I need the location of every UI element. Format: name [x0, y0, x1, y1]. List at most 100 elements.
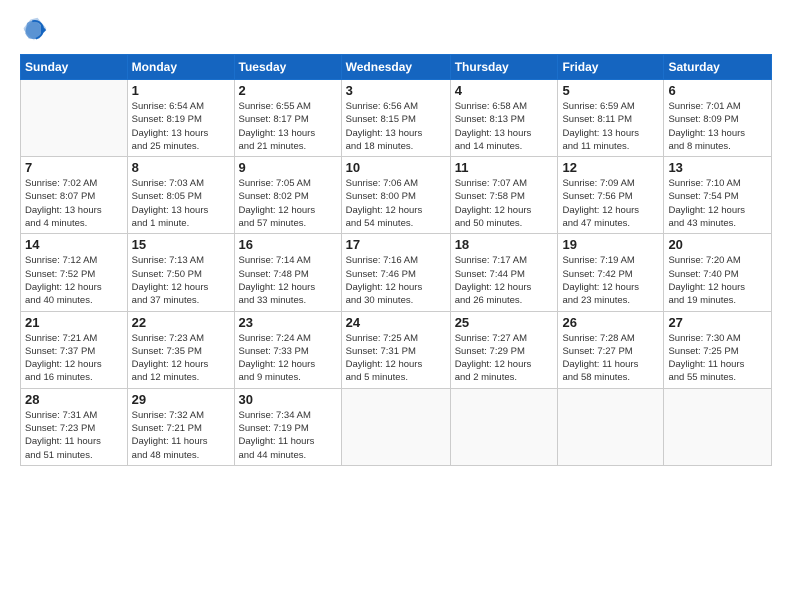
weekday-tuesday: Tuesday — [234, 55, 341, 80]
day-cell: 12 Sunrise: 7:09 AM Sunset: 7:56 PM Dayli… — [558, 157, 664, 234]
weekday-header-row: SundayMondayTuesdayWednesdayThursdayFrid… — [21, 55, 772, 80]
day-number: 9 — [239, 160, 337, 175]
day-cell — [558, 388, 664, 465]
day-number: 26 — [562, 315, 659, 330]
weekday-sunday: Sunday — [21, 55, 128, 80]
day-number: 10 — [346, 160, 446, 175]
weekday-friday: Friday — [558, 55, 664, 80]
day-number: 14 — [25, 237, 123, 252]
day-number: 25 — [455, 315, 554, 330]
day-cell: 22 Sunrise: 7:23 AM Sunset: 7:35 PM Dayli… — [127, 311, 234, 388]
day-info: Sunrise: 6:59 AM Sunset: 8:11 PM Dayligh… — [562, 100, 659, 153]
day-info: Sunrise: 7:20 AM Sunset: 7:40 PM Dayligh… — [668, 254, 767, 307]
day-info: Sunrise: 7:03 AM Sunset: 8:05 PM Dayligh… — [132, 177, 230, 230]
week-row-3: 21Sunrise: 7:21 AM Sunset: 7:37 PM Dayli… — [21, 311, 772, 388]
day-number: 19 — [562, 237, 659, 252]
day-cell: 15 Sunrise: 7:13 AM Sunset: 7:50 PM Dayli… — [127, 234, 234, 311]
day-number: 29 — [132, 392, 230, 407]
day-cell: 7 Sunrise: 7:02 AM Sunset: 8:07 PM Daylig… — [21, 157, 128, 234]
page: SundayMondayTuesdayWednesdayThursdayFrid… — [0, 0, 792, 612]
week-row-1: 7 Sunrise: 7:02 AM Sunset: 8:07 PM Daylig… — [21, 157, 772, 234]
day-cell — [21, 80, 128, 157]
day-info: Sunrise: 6:54 AM Sunset: 8:19 PM Dayligh… — [132, 100, 230, 153]
day-number: 20 — [668, 237, 767, 252]
logo — [20, 16, 52, 44]
day-cell: 23 Sunrise: 7:24 AM Sunset: 7:33 PM Dayli… — [234, 311, 341, 388]
day-info: Sunrise: 7:24 AM Sunset: 7:33 PM Dayligh… — [239, 332, 337, 385]
day-info: Sunrise: 7:02 AM Sunset: 8:07 PM Dayligh… — [25, 177, 123, 230]
day-info: Sunrise: 7:25 AM Sunset: 7:31 PM Dayligh… — [346, 332, 446, 385]
day-cell: 28Sunrise: 7:31 AM Sunset: 7:23 PM Dayli… — [21, 388, 128, 465]
day-info: Sunrise: 6:58 AM Sunset: 8:13 PM Dayligh… — [455, 100, 554, 153]
day-info: Sunrise: 7:21 AM Sunset: 7:37 PM Dayligh… — [25, 332, 123, 385]
day-info: Sunrise: 7:28 AM Sunset: 7:27 PM Dayligh… — [562, 332, 659, 385]
day-number: 22 — [132, 315, 230, 330]
day-cell: 18 Sunrise: 7:17 AM Sunset: 7:44 PM Dayli… — [450, 234, 558, 311]
day-number: 16 — [239, 237, 337, 252]
day-number: 11 — [455, 160, 554, 175]
day-info: Sunrise: 7:01 AM Sunset: 8:09 PM Dayligh… — [668, 100, 767, 153]
day-number: 2 — [239, 83, 337, 98]
day-number: 18 — [455, 237, 554, 252]
day-cell: 14 Sunrise: 7:12 AM Sunset: 7:52 PM Dayli… — [21, 234, 128, 311]
day-info: Sunrise: 7:10 AM Sunset: 7:54 PM Dayligh… — [668, 177, 767, 230]
day-cell: 20 Sunrise: 7:20 AM Sunset: 7:40 PM Dayli… — [664, 234, 772, 311]
day-info: Sunrise: 7:30 AM Sunset: 7:25 PM Dayligh… — [668, 332, 767, 385]
week-row-0: 1 Sunrise: 6:54 AM Sunset: 8:19 PM Daylig… — [21, 80, 772, 157]
day-number: 7 — [25, 160, 123, 175]
day-number: 28 — [25, 392, 123, 407]
day-number: 12 — [562, 160, 659, 175]
day-number: 15 — [132, 237, 230, 252]
day-number: 24 — [346, 315, 446, 330]
day-cell: 30Sunrise: 7:34 AM Sunset: 7:19 PM Dayli… — [234, 388, 341, 465]
weekday-saturday: Saturday — [664, 55, 772, 80]
day-number: 23 — [239, 315, 337, 330]
day-info: Sunrise: 7:14 AM Sunset: 7:48 PM Dayligh… — [239, 254, 337, 307]
day-number: 13 — [668, 160, 767, 175]
day-info: Sunrise: 7:19 AM Sunset: 7:42 PM Dayligh… — [562, 254, 659, 307]
day-cell — [450, 388, 558, 465]
day-cell: 4Sunrise: 6:58 AM Sunset: 8:13 PM Daylig… — [450, 80, 558, 157]
day-info: Sunrise: 6:56 AM Sunset: 8:15 PM Dayligh… — [346, 100, 446, 153]
day-cell: 25 Sunrise: 7:27 AM Sunset: 7:29 PM Dayli… — [450, 311, 558, 388]
day-info: Sunrise: 7:06 AM Sunset: 8:00 PM Dayligh… — [346, 177, 446, 230]
weekday-monday: Monday — [127, 55, 234, 80]
day-number: 17 — [346, 237, 446, 252]
day-info: Sunrise: 7:13 AM Sunset: 7:50 PM Dayligh… — [132, 254, 230, 307]
day-cell: 3Sunrise: 6:56 AM Sunset: 8:15 PM Daylig… — [341, 80, 450, 157]
day-cell: 24 Sunrise: 7:25 AM Sunset: 7:31 PM Dayli… — [341, 311, 450, 388]
day-number: 6 — [668, 83, 767, 98]
day-info: Sunrise: 7:32 AM Sunset: 7:21 PM Dayligh… — [132, 409, 230, 462]
header — [20, 16, 772, 44]
logo-icon — [20, 16, 48, 44]
day-cell: 16 Sunrise: 7:14 AM Sunset: 7:48 PM Dayli… — [234, 234, 341, 311]
day-cell: 6 Sunrise: 7:01 AM Sunset: 8:09 PM Daylig… — [664, 80, 772, 157]
day-cell: 17 Sunrise: 7:16 AM Sunset: 7:46 PM Dayli… — [341, 234, 450, 311]
weekday-thursday: Thursday — [450, 55, 558, 80]
day-info: Sunrise: 7:07 AM Sunset: 7:58 PM Dayligh… — [455, 177, 554, 230]
day-info: Sunrise: 7:17 AM Sunset: 7:44 PM Dayligh… — [455, 254, 554, 307]
day-cell: 1 Sunrise: 6:54 AM Sunset: 8:19 PM Daylig… — [127, 80, 234, 157]
day-cell: 10 Sunrise: 7:06 AM Sunset: 8:00 PM Dayli… — [341, 157, 450, 234]
day-cell: 27 Sunrise: 7:30 AM Sunset: 7:25 PM Dayli… — [664, 311, 772, 388]
day-cell: 13 Sunrise: 7:10 AM Sunset: 7:54 PM Dayli… — [664, 157, 772, 234]
day-info: Sunrise: 7:05 AM Sunset: 8:02 PM Dayligh… — [239, 177, 337, 230]
day-info: Sunrise: 7:34 AM Sunset: 7:19 PM Dayligh… — [239, 409, 337, 462]
day-info: Sunrise: 7:23 AM Sunset: 7:35 PM Dayligh… — [132, 332, 230, 385]
day-info: Sunrise: 7:16 AM Sunset: 7:46 PM Dayligh… — [346, 254, 446, 307]
day-info: Sunrise: 7:12 AM Sunset: 7:52 PM Dayligh… — [25, 254, 123, 307]
day-number: 1 — [132, 83, 230, 98]
day-cell: 11 Sunrise: 7:07 AM Sunset: 7:58 PM Dayli… — [450, 157, 558, 234]
day-cell — [341, 388, 450, 465]
week-row-4: 28Sunrise: 7:31 AM Sunset: 7:23 PM Dayli… — [21, 388, 772, 465]
weekday-wednesday: Wednesday — [341, 55, 450, 80]
day-cell: 29 Sunrise: 7:32 AM Sunset: 7:21 PM Dayli… — [127, 388, 234, 465]
day-cell: 19 Sunrise: 7:19 AM Sunset: 7:42 PM Dayli… — [558, 234, 664, 311]
day-info: Sunrise: 7:09 AM Sunset: 7:56 PM Dayligh… — [562, 177, 659, 230]
day-cell: 8 Sunrise: 7:03 AM Sunset: 8:05 PM Daylig… — [127, 157, 234, 234]
day-cell: 5 Sunrise: 6:59 AM Sunset: 8:11 PM Daylig… — [558, 80, 664, 157]
day-number: 8 — [132, 160, 230, 175]
day-number: 5 — [562, 83, 659, 98]
day-info: Sunrise: 7:27 AM Sunset: 7:29 PM Dayligh… — [455, 332, 554, 385]
day-number: 27 — [668, 315, 767, 330]
